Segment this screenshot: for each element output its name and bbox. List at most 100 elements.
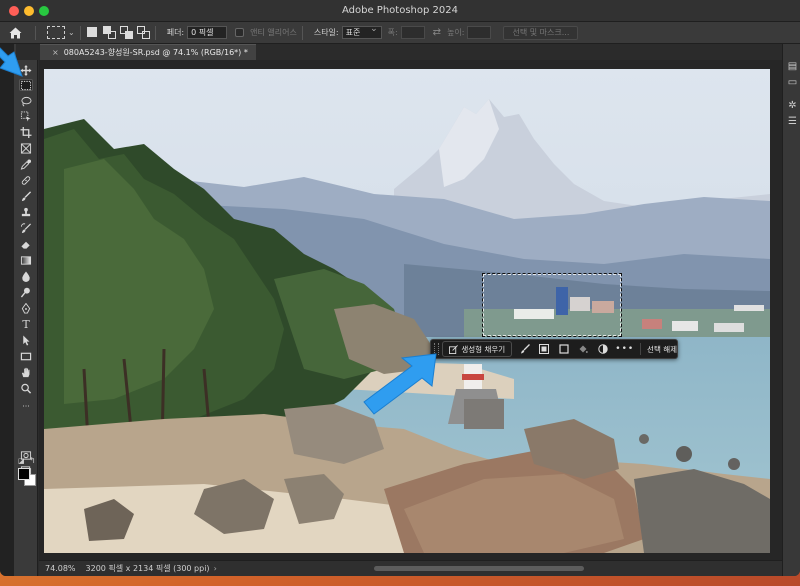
select-and-mask-button[interactable]: 선택 및 마스크...: [503, 25, 579, 40]
tools-panel: »: [14, 44, 38, 576]
quick-mask-button[interactable]: [19, 449, 33, 461]
lasso-tool[interactable]: [19, 95, 33, 107]
type-tool[interactable]: T: [19, 317, 33, 331]
height-label: 높이:: [447, 28, 465, 37]
style-select[interactable]: 표준: [341, 25, 382, 39]
marquee-icon: [20, 80, 32, 90]
home-button[interactable]: [0, 22, 30, 44]
brush-tool[interactable]: [19, 190, 33, 202]
history-brush-tool[interactable]: [19, 222, 33, 234]
add-to-selection-button[interactable]: [102, 26, 116, 39]
rectangle-icon: [20, 352, 32, 360]
hand-icon: [21, 367, 30, 377]
divider: [154, 25, 156, 40]
object-selection-tool[interactable]: [19, 110, 33, 122]
tool-preset-picker[interactable]: [47, 26, 65, 39]
eraser-icon: [21, 241, 30, 249]
home-icon: [9, 27, 21, 38]
blur-tool[interactable]: [19, 270, 33, 282]
subtract-from-selection-button[interactable]: [119, 26, 133, 39]
height-input[interactable]: [467, 26, 492, 39]
properties-icon[interactable]: ☰: [787, 116, 798, 127]
generative-fill-button[interactable]: 생성형 채우기: [442, 341, 513, 357]
zoom-level[interactable]: 74.08%: [45, 564, 76, 573]
status-bar: 74.08% 3200 픽셀 x 2134 픽셀 (300 ppi) ›: [39, 560, 782, 576]
chevron-down-icon[interactable]: ⌄: [68, 28, 75, 37]
options-bar: ⌄ 페더: 0 픽셀 앤티 앨리어스 스타일: 표준 폭: ⇄ 높이: 선택 및…: [0, 22, 800, 44]
style-label: 스타일:: [313, 28, 339, 37]
panel-layers-icon[interactable]: ▤: [787, 61, 798, 72]
adjustment-layer-button[interactable]: [596, 342, 609, 356]
path-selection-tool[interactable]: [19, 334, 33, 346]
dodge-icon: [20, 287, 30, 298]
intersect-selection-button[interactable]: [136, 26, 150, 39]
modify-selection-button[interactable]: [518, 342, 531, 356]
width-input[interactable]: [400, 26, 425, 39]
new-selection-button[interactable]: [86, 26, 99, 39]
gradient-tool[interactable]: [19, 254, 33, 266]
arrow-icon: [23, 334, 30, 346]
horizontal-scrollbar[interactable]: [374, 566, 584, 571]
anti-alias-checkbox[interactable]: [235, 28, 245, 37]
divider: [640, 343, 642, 355]
anti-alias-label: 앤티 앨리어스: [250, 28, 297, 37]
eyedropper-tool[interactable]: [19, 158, 33, 170]
foreground-color-swatch[interactable]: [18, 468, 30, 480]
pen-icon: [21, 302, 31, 314]
frame-tool[interactable]: [19, 142, 33, 154]
comments-icon[interactable]: ▭: [787, 77, 798, 88]
mask-icon: [539, 344, 550, 354]
clone-stamp-tool[interactable]: [19, 206, 33, 218]
fill-selection-button[interactable]: [576, 342, 589, 356]
brush-icon: [21, 190, 32, 201]
hand-tool[interactable]: [19, 366, 33, 378]
crop-tool[interactable]: [19, 126, 33, 138]
more-options-icon[interactable]: •••: [615, 344, 634, 354]
right-panel-dock: ▤ ▭ ✲ ☰: [782, 44, 800, 576]
adjustments-icon[interactable]: ✲: [787, 100, 798, 111]
selection-marquee[interactable]: [482, 273, 622, 337]
document-info[interactable]: 3200 픽셀 x 2134 픽셀 (300 ppi) ›: [86, 563, 217, 574]
adjustment-icon: [597, 344, 608, 354]
title-bar: Adobe Photoshop 2024: [0, 0, 800, 22]
photoshop-window: Adobe Photoshop 2024 ⌄ 페더: 0 픽셀 앤티 앨리어스 …: [0, 0, 800, 576]
edit-toolbar-button[interactable]: ···: [19, 400, 33, 412]
feather-input[interactable]: 0 픽셀: [187, 26, 228, 39]
divider: [35, 25, 36, 40]
rectangular-marquee-tool[interactable]: [19, 79, 33, 91]
app-title: Adobe Photoshop 2024: [342, 5, 458, 16]
swap-width-height-icon[interactable]: ⇄: [433, 27, 441, 38]
contextual-task-bar: 생성형 채우기 ••• 선택 해제: [430, 339, 678, 359]
chevron-right-icon[interactable]: ›: [214, 564, 217, 573]
lasso-icon: [21, 96, 32, 106]
quick-mask-icon: [20, 450, 32, 460]
spot-healing-tool[interactable]: [19, 174, 33, 186]
frame-icon: [20, 142, 32, 154]
dodge-tool[interactable]: [19, 286, 33, 298]
more-icon: ···: [22, 401, 30, 411]
history-brush-icon: [20, 222, 32, 233]
deselect-button[interactable]: 선택 해제: [647, 344, 677, 355]
type-icon: T: [22, 317, 30, 331]
healing-icon: [21, 175, 31, 185]
select-subject-button[interactable]: [538, 342, 551, 356]
gradient-icon: [20, 255, 32, 265]
pen-tool[interactable]: [19, 302, 33, 314]
brush-select-icon: [520, 344, 530, 354]
stamp-icon: [21, 207, 31, 216]
object-select-icon: [20, 110, 31, 122]
close-tab-icon[interactable]: ×: [52, 48, 59, 57]
document-dimensions: 3200 픽셀 x 2134 픽셀 (300 ppi): [85, 564, 210, 573]
rectangle-tool[interactable]: [19, 350, 33, 362]
document-tab[interactable]: × 080A5243-향성원-SR.psd @ 74.1% (RGB/16*) *: [40, 44, 256, 60]
canvas-area[interactable]: [39, 60, 782, 560]
paint-bucket-icon: [579, 345, 588, 353]
invert-selection-button[interactable]: [557, 342, 570, 356]
divider: [301, 25, 303, 40]
eyedropper-icon: [20, 158, 32, 170]
eraser-tool[interactable]: [19, 238, 33, 250]
zoom-tool[interactable]: [19, 382, 33, 394]
document-image[interactable]: [44, 69, 770, 553]
invert-icon: [559, 344, 569, 354]
seascape-photo: [44, 69, 770, 553]
